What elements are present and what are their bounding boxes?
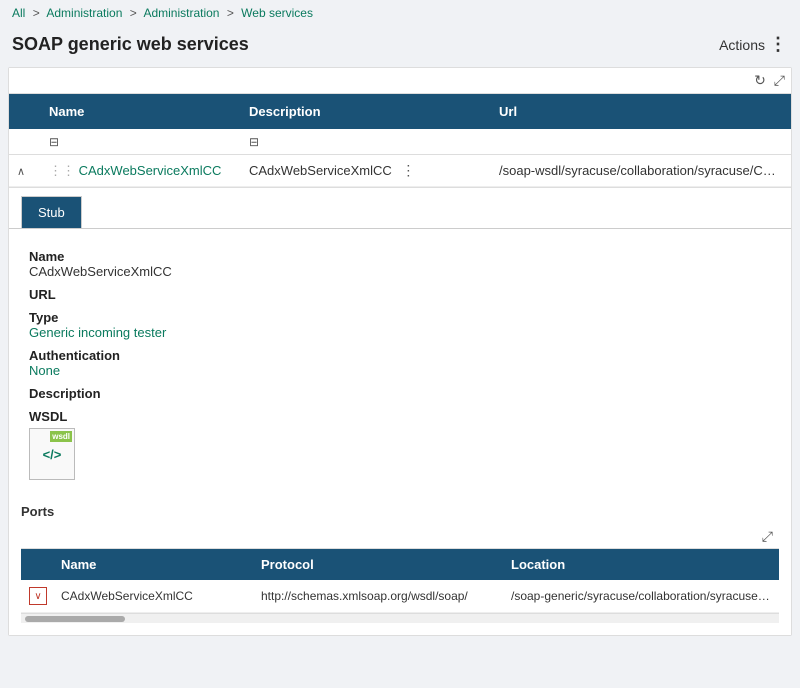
col-url: Url: [491, 94, 791, 129]
field-auth-label: Authentication: [29, 348, 771, 363]
ports-row-protocol-text: http://schemas.xmlsoap.org/wsdl/soap/: [261, 589, 468, 603]
breadcrumb-admin2[interactable]: Administration: [143, 6, 219, 20]
ports-label: Ports: [21, 504, 779, 519]
toolbar-row: ↻ ⤢: [9, 68, 791, 94]
ports-row-protocol-cell: http://schemas.xmlsoap.org/wsdl/soap/: [253, 582, 503, 610]
ports-col-location: Location: [503, 549, 779, 580]
ports-row-name-text: CAdxWebServiceXmlCC: [61, 589, 193, 603]
field-type: Type Generic incoming tester: [29, 310, 771, 340]
detail-content: Name CAdxWebServiceXmlCC URL Type Generi…: [9, 241, 791, 496]
ports-section: Ports ⤢ Name Protocol Location ∨ CAdxWeb…: [9, 496, 791, 623]
actions-button[interactable]: Actions ⋮: [719, 34, 788, 55]
main-container: ↻ ⤢ Name Description Url ⊟ ⊟ ∧ ⋮⋮ CAdxWe…: [8, 67, 792, 636]
filter-name-cell: ⊟: [41, 129, 241, 154]
field-wsdl: WSDL wsdl </>: [29, 409, 771, 480]
row-url-cell: /soap-wsdl/syracuse/collaboration/syracu…: [491, 156, 791, 185]
field-url: URL: [29, 287, 771, 302]
detail-panel: Stub Name CAdxWebServiceXmlCC URL Type G…: [9, 187, 791, 635]
field-wsdl-label: WSDL: [29, 409, 771, 424]
ports-row-chevron-cell: ∨: [21, 580, 53, 612]
ports-row-location-cell: /soap-generic/syracuse/collaboration/syr…: [503, 582, 779, 610]
row-chevron-icon[interactable]: ∧: [17, 166, 25, 178]
refresh-icon[interactable]: ↻: [754, 72, 766, 89]
actions-label: Actions: [719, 37, 765, 53]
col-description: Description: [241, 94, 491, 129]
filter-name-icon[interactable]: ⊟: [49, 135, 59, 149]
drag-icon: ⋮⋮: [49, 163, 75, 178]
field-description: Description: [29, 386, 771, 401]
breadcrumb-admin1[interactable]: Administration: [46, 6, 122, 20]
scroll-thumb[interactable]: [25, 616, 125, 622]
ports-expand-icon[interactable]: ⤢: [762, 528, 773, 545]
page-title: SOAP generic web services: [12, 34, 249, 55]
expand-icon[interactable]: ⤢: [774, 72, 785, 89]
breadcrumb-sep2: >: [130, 6, 137, 20]
filter-description-icon[interactable]: ⊟: [249, 135, 259, 149]
ports-col-chevron: [21, 549, 53, 580]
row-name-link[interactable]: CAdxWebServiceXmlCC: [79, 163, 222, 178]
row-url-text: /soap-wsdl/syracuse/collaboration/syracu…: [499, 163, 791, 178]
ports-table-header: Name Protocol Location: [21, 549, 779, 580]
filter-chevron-cell: [9, 129, 41, 154]
ports-row-name-cell: CAdxWebServiceXmlCC: [53, 582, 253, 610]
tab-stub[interactable]: Stub: [21, 196, 82, 228]
wsdl-file-icon[interactable]: wsdl </>: [29, 428, 75, 480]
breadcrumb-webservices[interactable]: Web services: [241, 6, 313, 20]
field-name: Name CAdxWebServiceXmlCC: [29, 249, 771, 279]
field-desc-label: Description: [29, 386, 771, 401]
ports-col-protocol: Protocol: [253, 549, 503, 580]
tabs-bar: Stub: [9, 188, 791, 229]
wsdl-file-tag: wsdl: [50, 431, 72, 442]
field-name-label: Name: [29, 249, 771, 264]
row-description-cell: CAdxWebServiceXmlCC ⋮: [241, 155, 491, 186]
field-auth-value: None: [29, 363, 771, 378]
actions-dots-icon: ⋮: [769, 34, 788, 55]
ports-toolbar: ⤢: [21, 525, 779, 549]
table-row: ∧ ⋮⋮ CAdxWebServiceXmlCC CAdxWebServiceX…: [9, 155, 791, 187]
field-type-label: Type: [29, 310, 771, 325]
ports-row-location-text: /soap-generic/syracuse/collaboration/syr…: [511, 589, 779, 603]
row-description-text: CAdxWebServiceXmlCC: [249, 163, 392, 178]
field-authentication: Authentication None: [29, 348, 771, 378]
breadcrumb-sep3: >: [227, 6, 234, 20]
row-expand-cell: ∧: [9, 156, 41, 185]
ports-table-row: ∨ CAdxWebServiceXmlCC http://schemas.xml…: [21, 580, 779, 613]
row-name-cell: ⋮⋮ CAdxWebServiceXmlCC: [41, 156, 241, 186]
col-name: Name: [41, 94, 241, 129]
col-chevron: [9, 94, 41, 129]
field-name-value: CAdxWebServiceXmlCC: [29, 264, 771, 279]
field-type-value: Generic incoming tester: [29, 325, 771, 340]
row-dots-icon[interactable]: ⋮: [401, 162, 415, 178]
breadcrumb: All > Administration > Administration > …: [0, 0, 800, 26]
horizontal-scrollbar[interactable]: [21, 613, 779, 623]
wsdl-code-text: </>: [43, 447, 62, 462]
filter-row: ⊟ ⊟: [9, 129, 791, 155]
ports-col-name: Name: [53, 549, 253, 580]
breadcrumb-all[interactable]: All: [12, 6, 25, 20]
ports-row-chevron-icon[interactable]: ∨: [29, 587, 47, 605]
table-header: Name Description Url: [9, 94, 791, 129]
page-header: SOAP generic web services Actions ⋮: [0, 26, 800, 67]
filter-description-cell: ⊟: [241, 129, 491, 154]
filter-url-cell: [491, 129, 791, 154]
field-url-label: URL: [29, 287, 771, 302]
breadcrumb-sep1: >: [33, 6, 40, 20]
